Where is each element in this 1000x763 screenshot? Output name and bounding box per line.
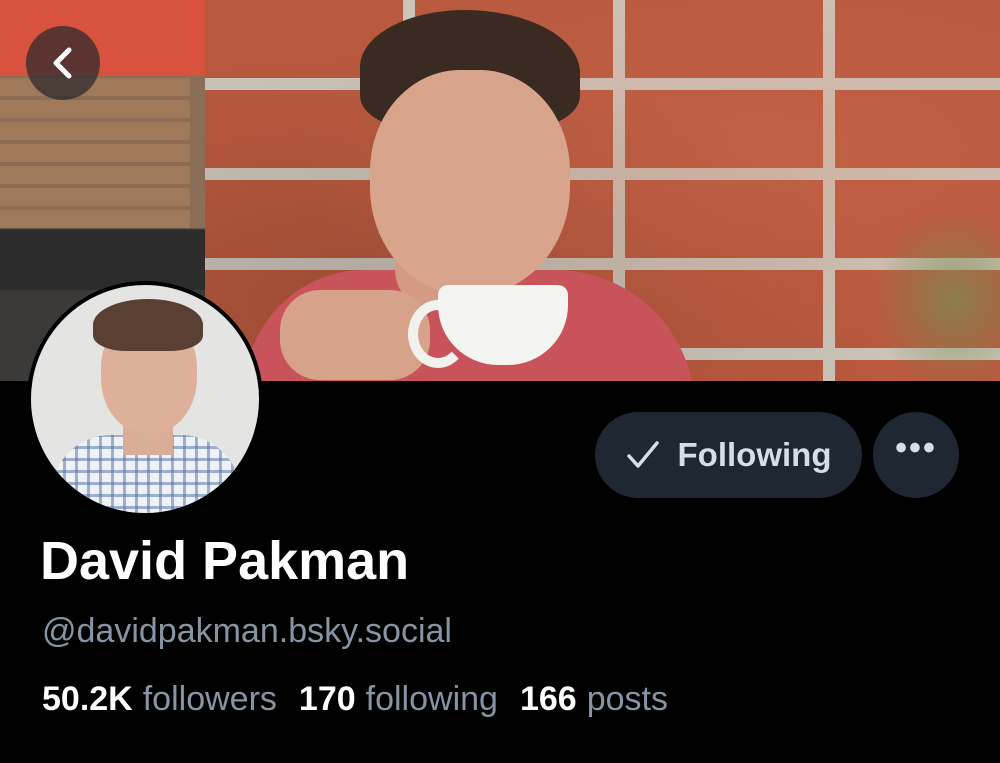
banner-plant xyxy=(850,180,1000,381)
check-icon xyxy=(626,441,659,468)
profile-handle: @davidpakman.bsky.social xyxy=(42,612,452,650)
banner-person-head xyxy=(370,70,570,295)
posts-stat: 166 posts xyxy=(520,680,668,719)
following-button-label: Following xyxy=(677,436,832,473)
following-button[interactable]: Following xyxy=(595,412,862,498)
posts-count: 166 xyxy=(519,680,577,718)
more-options-button[interactable]: ••• xyxy=(873,412,959,498)
posts-label: posts xyxy=(586,680,668,718)
followers-stat[interactable]: 50.2K followers xyxy=(42,680,277,719)
profile-stats: 50.2K followers 170 following 166 posts xyxy=(42,680,668,719)
followers-label: followers xyxy=(142,680,277,718)
followers-count: 50.2K xyxy=(42,680,133,718)
following-label: following xyxy=(365,680,498,718)
following-count: 170 xyxy=(298,680,356,718)
ellipsis-icon: ••• xyxy=(895,429,937,467)
back-button[interactable] xyxy=(26,26,100,100)
display-name: David Pakman xyxy=(40,531,410,591)
avatar[interactable] xyxy=(27,281,263,517)
avatar-hair xyxy=(93,299,203,351)
chevron-left-icon xyxy=(53,47,72,79)
following-stat[interactable]: 170 following xyxy=(299,680,498,719)
